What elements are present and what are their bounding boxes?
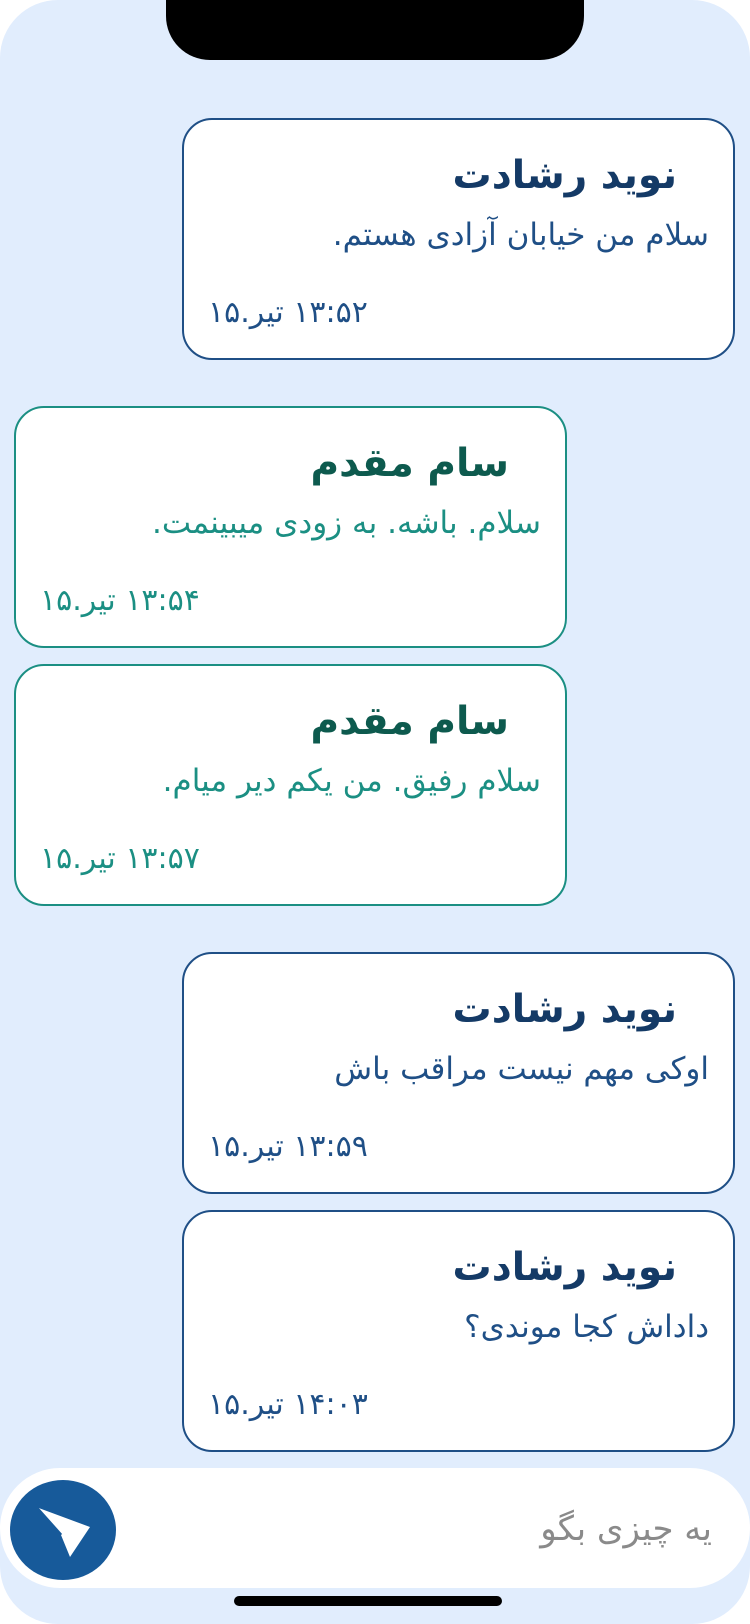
message-time: ۱۳:۵۹ تیر.۱۵ [208, 1129, 368, 1164]
device-notch [166, 0, 584, 60]
message-bubble: سام مقدم سلام. باشه. به زودی میبینمت. ۱۳… [14, 406, 567, 648]
chat-screen: نوید رشادت سلام من خیابان آزادی هستم. ۱۳… [0, 0, 750, 1624]
message-text: سلام. باشه. به زودی میبینمت. [152, 505, 541, 541]
message-input[interactable] [190, 1496, 714, 1562]
send-button[interactable] [10, 1480, 116, 1580]
home-indicator [234, 1596, 502, 1606]
message-time: ۱۳:۵۴ تیر.۱۵ [40, 583, 200, 618]
message-bubble: نوید رشادت سلام من خیابان آزادی هستم. ۱۳… [182, 118, 735, 360]
message-bubble: نوید رشادت داداش کجا موندی؟ ۱۴:۰۳ تیر.۱۵ [182, 1210, 735, 1452]
message-bubble: سام مقدم سلام رفیق. من یکم دیر میام. ۱۳:… [14, 664, 567, 906]
message-sender: سام مقدم [310, 441, 510, 486]
message-sender: نوید رشادت [452, 987, 678, 1032]
message-text: داداش کجا موندی؟ [464, 1309, 709, 1345]
message-time: ۱۴:۰۳ تیر.۱۵ [208, 1387, 368, 1422]
message-composer [0, 1468, 750, 1588]
message-sender: نوید رشادت [452, 1245, 678, 1290]
message-time: ۱۳:۵۷ تیر.۱۵ [40, 841, 200, 876]
message-sender: نوید رشادت [452, 153, 678, 198]
message-sender: سام مقدم [310, 699, 510, 744]
paper-plane-icon [34, 1506, 90, 1557]
message-bubble: نوید رشادت اوکی مهم نیست مراقب باش ۱۳:۵۹… [182, 952, 735, 1194]
message-text: اوکی مهم نیست مراقب باش [334, 1051, 709, 1087]
message-text: سلام رفیق. من یکم دیر میام. [162, 763, 541, 799]
message-time: ۱۳:۵۲ تیر.۱۵ [208, 295, 368, 330]
message-text: سلام من خیابان آزادی هستم. [332, 217, 709, 253]
